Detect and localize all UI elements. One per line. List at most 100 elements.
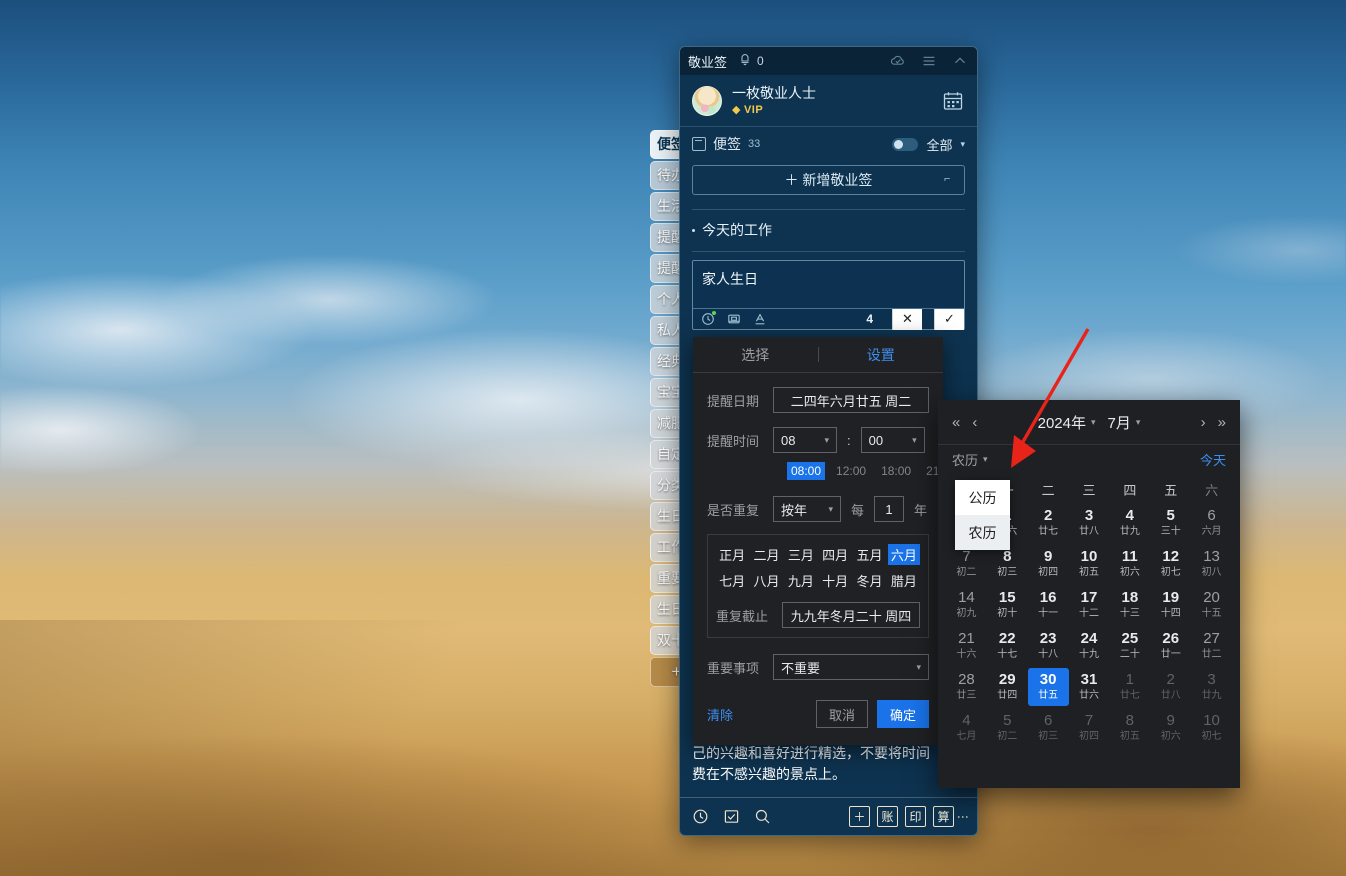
calendar-day-27[interactable]: 27 廿二 xyxy=(1191,627,1232,665)
save-icon[interactable] xyxy=(727,312,741,326)
expand-icon[interactable]: ⌐ xyxy=(944,174,955,185)
calendar-day-38[interactable]: 7 初四 xyxy=(1069,709,1110,747)
calendar-day-16[interactable]: 16 十一 xyxy=(1028,586,1069,624)
calendar-day-41[interactable]: 10 初七 xyxy=(1191,709,1232,747)
month-select[interactable]: 7月 ▾ xyxy=(1108,412,1141,433)
calendar-day-3[interactable]: 3 廿八 xyxy=(1069,504,1110,542)
reminder-date-input[interactable]: 二四年六月廿五 周二 xyxy=(773,387,929,413)
hour-select[interactable]: 08 ▾ xyxy=(773,427,837,453)
calendar-day-23[interactable]: 23 十八 xyxy=(1028,627,1069,665)
history-clock-icon[interactable] xyxy=(692,808,709,825)
calendar-day-22[interactable]: 22 十七 xyxy=(987,627,1028,665)
calendar-day-20[interactable]: 20 十五 xyxy=(1191,586,1232,624)
clock-reminder-icon[interactable] xyxy=(701,311,716,326)
ledger-button[interactable]: 账 xyxy=(877,806,898,827)
month-option-2[interactable]: 三月 xyxy=(785,544,817,565)
calendar-day-4[interactable]: 4 廿九 xyxy=(1109,504,1150,542)
calendar-day-31[interactable]: 31 廿六 xyxy=(1069,668,1110,706)
calendar-day-35[interactable]: 4 七月 xyxy=(946,709,987,747)
calendar-day-33[interactable]: 2 廿八 xyxy=(1150,668,1191,706)
month-option-1[interactable]: 二月 xyxy=(750,544,782,565)
bell-icon[interactable] xyxy=(739,53,751,69)
calendar-day-40[interactable]: 9 初六 xyxy=(1150,709,1191,747)
calendar-day-12[interactable]: 12 初七 xyxy=(1150,545,1191,583)
tab-settings[interactable]: 设置 xyxy=(819,345,944,365)
year-select[interactable]: 2024年 ▾ xyxy=(1038,412,1096,433)
cancel-edit-button[interactable]: ✕ xyxy=(892,308,922,330)
hamburger-menu-icon[interactable] xyxy=(920,52,938,70)
calendar-day-39[interactable]: 8 初五 xyxy=(1109,709,1150,747)
calendar-type-select[interactable]: 农历 ▾ xyxy=(952,450,988,469)
minute-select[interactable]: 00 ▾ xyxy=(860,427,925,453)
notes-view-toggle[interactable] xyxy=(892,137,919,151)
calendar-day-13[interactable]: 13 初八 xyxy=(1191,545,1232,583)
add-button[interactable]: ＋ xyxy=(849,806,870,827)
calendar-day-14[interactable]: 14 初九 xyxy=(946,586,987,624)
print-button[interactable]: 印 xyxy=(905,806,926,827)
confirm-edit-button[interactable]: ✓ xyxy=(934,308,964,330)
month-option-4[interactable]: 五月 xyxy=(853,544,885,565)
today-button[interactable]: 今天 xyxy=(1200,450,1226,469)
font-icon[interactable] xyxy=(753,312,767,326)
calendar-day-7[interactable]: 7 初二 xyxy=(946,545,987,583)
calendar-day-24[interactable]: 24 十九 xyxy=(1069,627,1110,665)
add-note-button[interactable]: ＋ 新增敬业签 ⌐ xyxy=(692,165,965,195)
note-editor-text[interactable]: 家人生日 xyxy=(693,261,964,297)
calendar-day-21[interactable]: 21 十六 xyxy=(946,627,987,665)
priority-select[interactable]: 不重要 ▾ xyxy=(773,654,929,680)
month-option-11[interactable]: 腊月 xyxy=(888,570,920,591)
cloud-sync-icon[interactable] xyxy=(889,52,907,70)
tab-select[interactable]: 选择 xyxy=(693,345,818,365)
calendar-day-19[interactable]: 19 十四 xyxy=(1150,586,1191,624)
dropdown-option-公历[interactable]: 公历 xyxy=(955,480,1010,515)
calendar-day-36[interactable]: 5 初二 xyxy=(987,709,1028,747)
dropdown-option-农历[interactable]: 农历 xyxy=(955,515,1010,550)
quick-time-2[interactable]: 18:00 xyxy=(877,462,915,480)
month-option-6[interactable]: 七月 xyxy=(716,570,748,591)
month-option-0[interactable]: 正月 xyxy=(716,544,748,565)
collapse-chevron-up-icon[interactable] xyxy=(951,52,969,70)
calendar-day-28[interactable]: 28 廿三 xyxy=(946,668,987,706)
calendar-day-10[interactable]: 10 初五 xyxy=(1069,545,1110,583)
month-option-9[interactable]: 十月 xyxy=(819,570,851,591)
calendar-day-18[interactable]: 18 十三 xyxy=(1109,586,1150,624)
calendar-day-37[interactable]: 6 初三 xyxy=(1028,709,1069,747)
calendar-day-34[interactable]: 3 廿九 xyxy=(1191,668,1232,706)
confirm-button[interactable]: 确定 xyxy=(877,700,929,728)
calendar-day-15[interactable]: 15 初十 xyxy=(987,586,1028,624)
calendar-day-17[interactable]: 17 十二 xyxy=(1069,586,1110,624)
list-item[interactable]: 今天的工作 xyxy=(680,210,977,240)
quick-time-0[interactable]: 08:00 xyxy=(787,462,826,480)
todo-check-icon[interactable] xyxy=(723,808,740,825)
chevron-down-icon[interactable]: ▾ xyxy=(960,139,965,150)
calendar-day-11[interactable]: 11 初六 xyxy=(1109,545,1150,583)
calendar-day-5[interactable]: 5 三十 xyxy=(1150,504,1191,542)
calendar-day-26[interactable]: 26 廿一 xyxy=(1150,627,1191,665)
calendar-day-25[interactable]: 25 二十 xyxy=(1109,627,1150,665)
calculator-button[interactable]: 算 xyxy=(933,806,954,827)
month-option-7[interactable]: 八月 xyxy=(750,570,782,591)
repeat-until-input[interactable]: 九九年冬月二十 周四 xyxy=(782,602,920,628)
month-option-8[interactable]: 九月 xyxy=(785,570,817,591)
calendar-day-32[interactable]: 1 廿七 xyxy=(1109,668,1150,706)
filter-label[interactable]: 全部 xyxy=(926,135,952,154)
avatar[interactable] xyxy=(692,85,722,116)
calendar-day-9[interactable]: 9 初四 xyxy=(1028,545,1069,583)
every-value-input[interactable]: 1 xyxy=(874,496,905,522)
prev-month-button[interactable]: ‹ xyxy=(972,414,977,431)
month-option-5[interactable]: 六月 xyxy=(887,544,920,565)
next-year-button[interactable]: » xyxy=(1218,414,1226,431)
calendar-day-29[interactable]: 29 廿四 xyxy=(987,668,1028,706)
calendar-day-8[interactable]: 8 初三 xyxy=(987,545,1028,583)
calendar-day-30[interactable]: 30 廿五 xyxy=(1027,668,1069,706)
month-option-3[interactable]: 四月 xyxy=(819,544,851,565)
search-icon[interactable] xyxy=(754,808,771,825)
prev-year-button[interactable]: « xyxy=(952,414,960,431)
more-vertical-icon[interactable]: ⋮ xyxy=(956,811,970,823)
cancel-button[interactable]: 取消 xyxy=(816,700,868,728)
calendar-day-2[interactable]: 2 廿七 xyxy=(1028,504,1069,542)
quick-time-1[interactable]: 12:00 xyxy=(832,462,870,480)
calendar-day-6[interactable]: 6 六月 xyxy=(1191,504,1232,542)
calendar-icon[interactable] xyxy=(941,89,965,113)
month-option-10[interactable]: 冬月 xyxy=(853,570,885,591)
